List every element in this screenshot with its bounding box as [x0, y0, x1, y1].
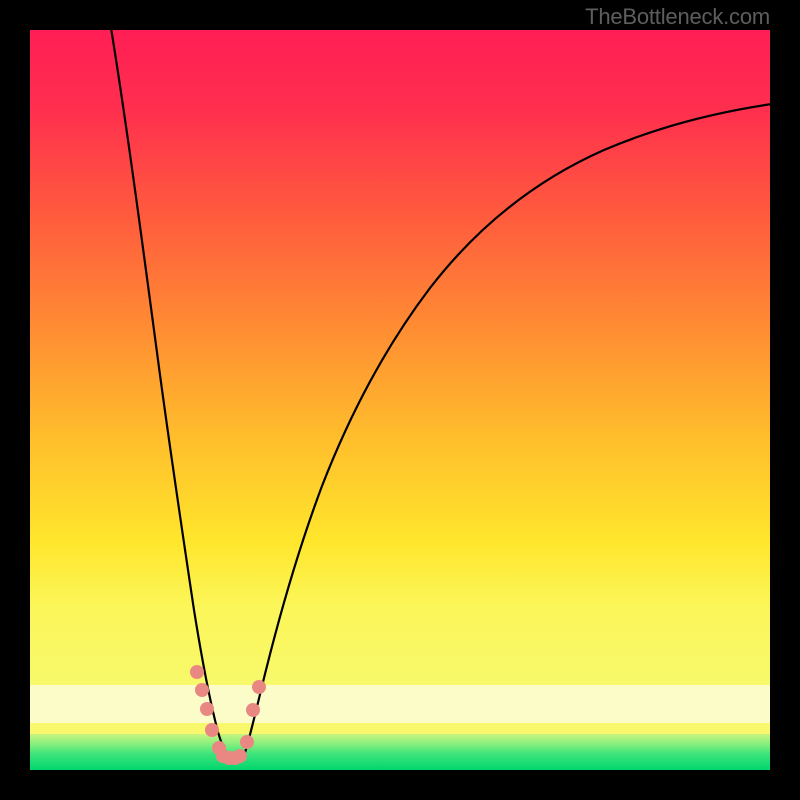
plot-area: [30, 30, 770, 770]
watermark-text: TheBottleneck.com: [585, 4, 770, 30]
gradient-background: [30, 30, 770, 770]
band-bright-yellow: [30, 723, 770, 734]
band-green: [30, 734, 770, 770]
band-cream: [30, 685, 770, 723]
chart-stage: TheBottleneck.com: [0, 0, 800, 800]
gradient-main: [30, 30, 770, 685]
